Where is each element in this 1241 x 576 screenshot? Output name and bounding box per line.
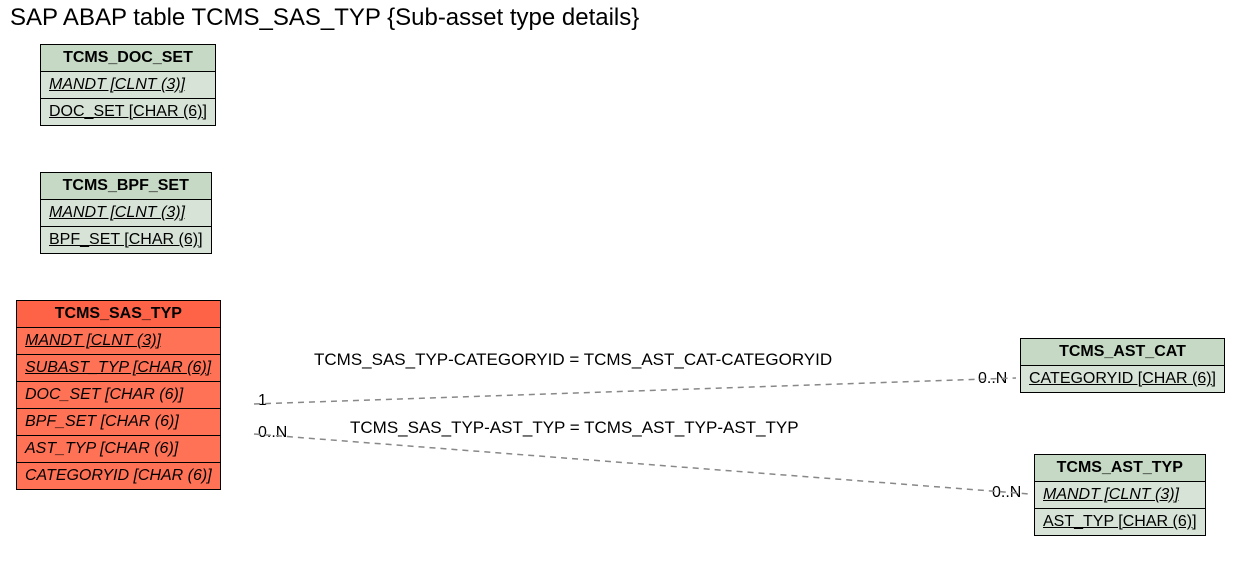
- table-row: SUBAST_TYP [CHAR (6)]: [17, 355, 221, 382]
- table-row: DOC_SET [CHAR (6)]: [41, 99, 216, 126]
- table-tcms-sas-typ: TCMS_SAS_TYP MANDT [CLNT (3)] SUBAST_TYP…: [16, 300, 221, 490]
- table-header: TCMS_BPF_SET: [41, 173, 212, 200]
- table-header: TCMS_AST_TYP: [1035, 455, 1206, 482]
- table-tcms-bpf-set: TCMS_BPF_SET MANDT [CLNT (3)] BPF_SET [C…: [40, 172, 212, 254]
- table-row: BPF_SET [CHAR (6)]: [17, 409, 221, 436]
- table-tcms-doc-set: TCMS_DOC_SET MANDT [CLNT (3)] DOC_SET [C…: [40, 44, 216, 126]
- table-tcms-ast-typ: TCMS_AST_TYP MANDT [CLNT (3)] AST_TYP [C…: [1034, 454, 1206, 536]
- table-row: DOC_SET [CHAR (6)]: [17, 382, 221, 409]
- table-row: AST_TYP [CHAR (6)]: [17, 436, 221, 463]
- cardinality-label: 0..N: [978, 370, 1007, 388]
- relation-label: TCMS_SAS_TYP-AST_TYP = TCMS_AST_TYP-AST_…: [350, 418, 799, 438]
- table-header: TCMS_SAS_TYP: [17, 301, 221, 328]
- relation-label: TCMS_SAS_TYP-CATEGORYID = TCMS_AST_CAT-C…: [314, 350, 832, 370]
- table-row: MANDT [CLNT (3)]: [41, 72, 216, 99]
- page-title: SAP ABAP table TCMS_SAS_TYP {Sub-asset t…: [10, 4, 639, 32]
- table-header: TCMS_DOC_SET: [41, 45, 216, 72]
- table-row: AST_TYP [CHAR (6)]: [1035, 509, 1206, 536]
- cardinality-label: 0..N: [258, 424, 287, 442]
- table-row: CATEGORYID [CHAR (6)]: [17, 463, 221, 490]
- table-row: CATEGORYID [CHAR (6)]: [1021, 366, 1225, 393]
- table-row: MANDT [CLNT (3)]: [41, 200, 212, 227]
- table-header: TCMS_AST_CAT: [1021, 339, 1225, 366]
- table-row: BPF_SET [CHAR (6)]: [41, 227, 212, 254]
- table-tcms-ast-cat: TCMS_AST_CAT CATEGORYID [CHAR (6)]: [1020, 338, 1225, 393]
- cardinality-label: 0..N: [992, 484, 1021, 502]
- table-row: MANDT [CLNT (3)]: [1035, 482, 1206, 509]
- cardinality-label: 1: [258, 392, 267, 410]
- table-row: MANDT [CLNT (3)]: [17, 328, 221, 355]
